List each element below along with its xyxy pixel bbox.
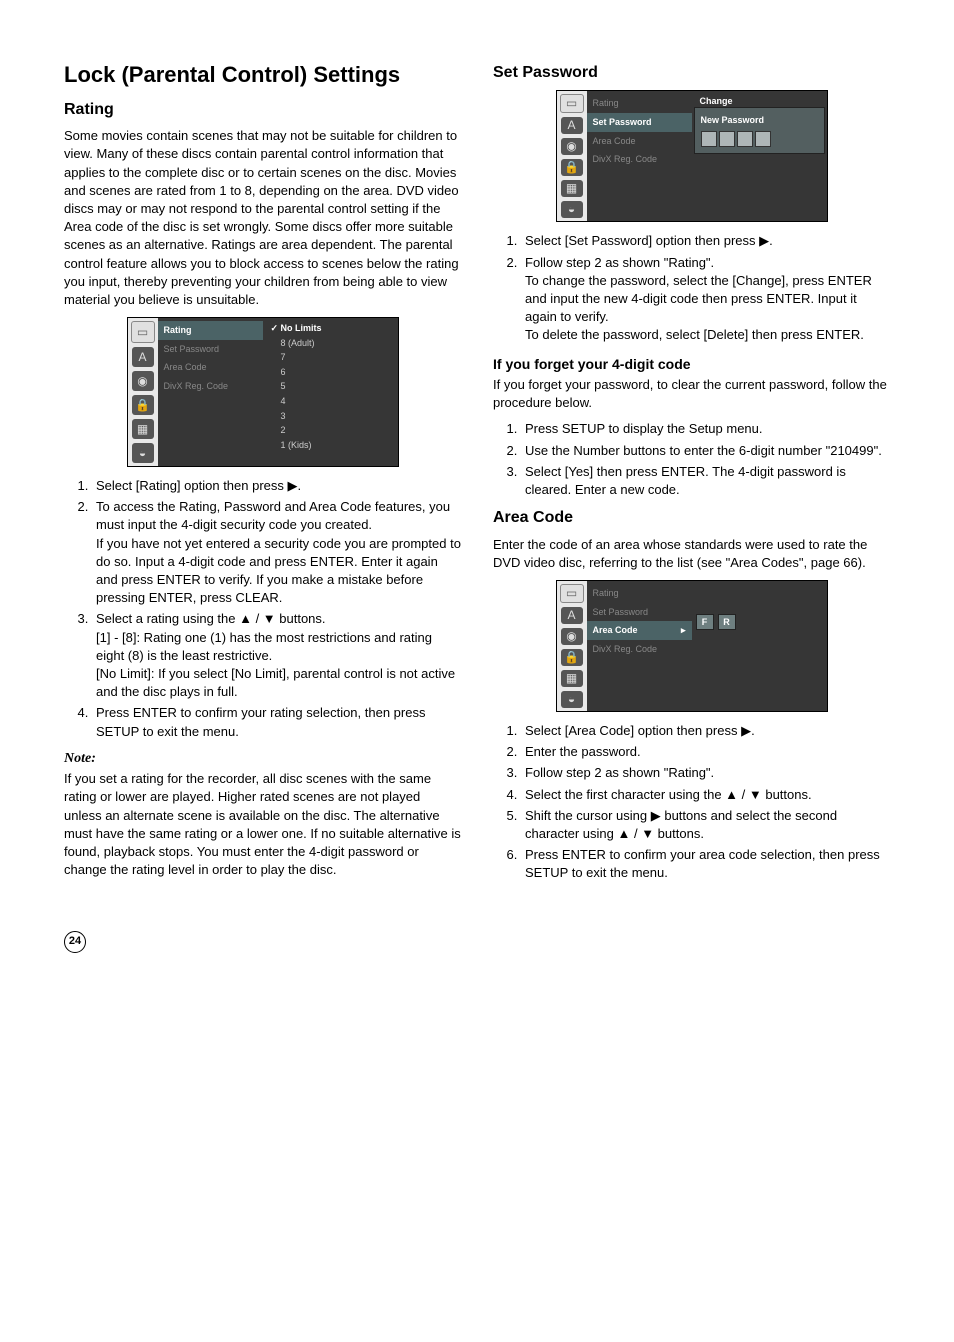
step-2: To access the Rating, Password and Area … [92, 498, 461, 607]
menu-divx: DivX Reg. Code [587, 150, 692, 169]
opt-3: 3 [267, 409, 394, 424]
pw-step-1: Select [Set Password] option then press … [521, 232, 890, 250]
ui-menu-list: Rating Set Password Area Code▸ DivX Reg.… [587, 581, 692, 711]
opt-7: 7 [267, 350, 394, 365]
step-3: Select a rating using the ▲ / ▼ buttons.… [92, 610, 461, 701]
forget-steps: Press SETUP to display the Setup menu. U… [493, 420, 890, 499]
pw-box-4 [755, 131, 771, 147]
ui-sidebar: ▭ A ◉ 🔒 ▦ ◒ [128, 318, 158, 466]
step-4: Press ENTER to confirm your rating selec… [92, 704, 461, 740]
rating-ui-screenshot: ▭ A ◉ 🔒 ▦ ◒ Rating Set Password Area Cod… [127, 317, 399, 467]
ui-sidebar: ▭ A ◉ 🔒 ▦ ◒ [557, 91, 587, 221]
forget-heading: If you forget your 4-digit code [493, 355, 890, 375]
ui-options: Change Delete New Password [692, 91, 827, 221]
opt-4: 4 [267, 394, 394, 409]
opt-6: 6 [267, 365, 394, 380]
ui-options: ✓No Limits 8 (Adult) 7 6 5 4 3 2 1 (Kids… [263, 318, 398, 466]
area-ui-screenshot: ▭ A ◉ 🔒 ▦ ◒ Rating Set Password Area Cod… [556, 580, 828, 712]
menu-divx: DivX Reg. Code [158, 377, 263, 396]
area-step-6: Press ENTER to confirm your area code se… [521, 846, 890, 882]
area-step-3: Follow step 2 as shown "Rating". [521, 764, 890, 782]
menu-set-password: Set Password [158, 340, 263, 359]
main-heading: Lock (Parental Control) Settings [64, 60, 461, 91]
password-steps: Select [Set Password] option then press … [493, 232, 890, 344]
pw-box-3 [737, 131, 753, 147]
forget-intro: If you forget your password, to clear th… [493, 376, 890, 412]
record-icon: ▦ [561, 670, 583, 687]
ui-menu-list: Rating Set Password Area Code DivX Reg. … [587, 91, 692, 221]
tv-icon: ▭ [560, 584, 584, 603]
lock-icon: 🔒 [561, 649, 583, 666]
opt-5: 5 [267, 379, 394, 394]
ui-options: F R [692, 581, 827, 711]
step-1: Select [Rating] option then press ▶. [92, 477, 461, 495]
area-code-heading: Area Code [493, 507, 890, 529]
note-body: If you set a rating for the recorder, al… [64, 770, 461, 879]
left-column: Lock (Parental Control) Settings Rating … [64, 60, 461, 891]
note-label: Note: [64, 749, 461, 769]
page-number-circle: 24 [64, 931, 86, 953]
area-steps: Select [Area Code] option then press ▶. … [493, 722, 890, 883]
menu-set-password: Set Password [587, 603, 692, 622]
record-icon: ▦ [561, 180, 583, 197]
tv-icon: ▭ [560, 94, 584, 113]
area-code-intro: Enter the code of an area whose standard… [493, 536, 890, 572]
popup-title: New Password [701, 114, 818, 127]
tv-icon: ▭ [131, 321, 155, 343]
disc-icon: ◒ [561, 201, 583, 218]
menu-rating: Rating [587, 584, 692, 603]
menu-area-code: Area Code▸ [587, 621, 692, 640]
area-step-5: Shift the cursor using ▶ buttons and sel… [521, 807, 890, 843]
audio-icon: ◉ [561, 628, 583, 645]
page-columns: Lock (Parental Control) Settings Rating … [64, 60, 890, 891]
disc-icon: ◒ [561, 691, 583, 708]
menu-rating: Rating [587, 94, 692, 113]
pw-box-1 [701, 131, 717, 147]
password-ui-screenshot: ▭ A ◉ 🔒 ▦ ◒ Rating Set Password Area Cod… [556, 90, 828, 222]
area-step-2: Enter the password. [521, 743, 890, 761]
rating-intro: Some movies contain scenes that may not … [64, 127, 461, 309]
pw-step-2: Follow step 2 as shown "Rating". To chan… [521, 254, 890, 345]
forget-step-2: Use the Number buttons to enter the 6-di… [521, 442, 890, 460]
set-password-heading: Set Password [493, 62, 890, 84]
audio-icon: ◉ [561, 138, 583, 155]
opt-1: 1 (Kids) [267, 438, 394, 453]
forget-step-3: Select [Yes] then press ENTER. The 4-dig… [521, 463, 890, 499]
rating-steps: Select [Rating] option then press ▶. To … [64, 477, 461, 741]
menu-area-code: Area Code [158, 358, 263, 377]
menu-area-code: Area Code [587, 132, 692, 151]
menu-rating: Rating [158, 321, 263, 340]
forget-step-1: Press SETUP to display the Setup menu. [521, 420, 890, 438]
audio-icon: ◉ [132, 371, 154, 391]
area-step-4: Select the first character using the ▲ /… [521, 786, 890, 804]
lock-icon: 🔒 [132, 395, 154, 415]
area-char-1: F [696, 614, 714, 630]
area-char-2: R [718, 614, 736, 630]
record-icon: ▦ [132, 419, 154, 439]
opt-8: 8 (Adult) [267, 336, 394, 351]
lock-icon: 🔒 [561, 159, 583, 176]
menu-set-password: Set Password [587, 113, 692, 132]
ui-menu-list: Rating Set Password Area Code DivX Reg. … [158, 318, 263, 466]
password-boxes [701, 131, 818, 147]
pw-box-2 [719, 131, 735, 147]
right-column: Set Password ▭ A ◉ 🔒 ▦ ◒ Rating Set Pass… [493, 60, 890, 891]
rating-heading: Rating [64, 99, 461, 121]
area-code-boxes: F R [696, 614, 823, 630]
page-number: 24 [64, 931, 890, 953]
language-icon: A [132, 347, 154, 367]
new-password-popup: New Password [694, 107, 825, 154]
opt-2: 2 [267, 423, 394, 438]
disc-icon: ◒ [132, 443, 154, 463]
language-icon: A [561, 117, 583, 134]
menu-divx: DivX Reg. Code [587, 640, 692, 659]
language-icon: A [561, 607, 583, 624]
area-step-1: Select [Area Code] option then press ▶. [521, 722, 890, 740]
ui-sidebar: ▭ A ◉ 🔒 ▦ ◒ [557, 581, 587, 711]
opt-no-limits: ✓No Limits [267, 321, 394, 336]
